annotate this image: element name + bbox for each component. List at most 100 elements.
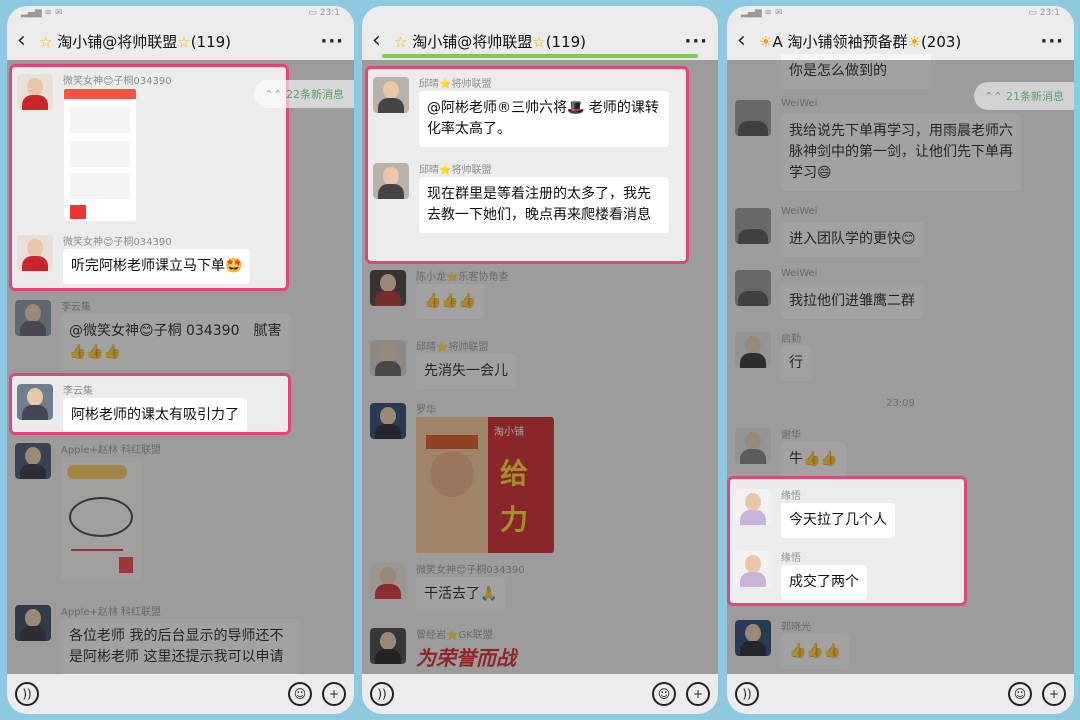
avatar[interactable] (17, 235, 53, 271)
sender-name: 邱晴⭐将帅联盟 (419, 165, 492, 176)
message-bubble[interactable]: 各位老师 我的后台显示的导师还不是阿彬老师 这里还提示我可以申请 (61, 619, 299, 675)
message-bubble[interactable]: 现在群里是等着注册的太多了，我先去教一下她们，晚点再来爬楼看消息 (419, 177, 669, 233)
plus-icon[interactable]: + (322, 682, 346, 706)
message-list[interactable]: 李云集 @微笑女神😊子桐 034390 腻害👍👍👍 Apple+赵林 科红联盟 … (7, 60, 354, 675)
sender-name: WeiWei (781, 268, 818, 279)
sender-name: 陈小龙⭐乐客协角查 (416, 272, 509, 283)
back-icon[interactable]: ‹ (372, 30, 394, 52)
sticker-caption: 给力 (500, 457, 529, 536)
loading-bar (382, 54, 698, 58)
message-bubble[interactable]: 你是怎么做到的 (781, 54, 931, 89)
sender-name: 缘悟 (781, 491, 801, 502)
sticker-brand: 淘小铺 (494, 427, 524, 438)
avatar[interactable] (370, 563, 406, 599)
new-messages-indicator[interactable]: ⌃⌃ 22条新消息 (254, 80, 354, 108)
more-icon[interactable]: ··· (1040, 31, 1064, 52)
message-bubble[interactable]: 听完阿彬老师课立马下单🤩 (63, 249, 251, 284)
sender-name: 谢华 (781, 430, 801, 441)
message-bubble[interactable]: 行 (781, 346, 811, 381)
emoji-icon[interactable]: ☺ (1008, 682, 1032, 706)
order-screenshot[interactable] (63, 88, 137, 222)
message-bubble[interactable]: 成交了两个 (781, 565, 867, 600)
back-icon[interactable]: ‹ (17, 30, 39, 52)
emoji-icon[interactable]: ☺ (652, 682, 676, 706)
avatar[interactable] (370, 403, 406, 439)
sticker[interactable]: 淘小铺 给力 (416, 417, 554, 553)
highlight-box: 邱晴⭐将帅联盟 @阿彬老师®三帅六将🎩 老师的课转化率太高了。 邱晴⭐将帅联盟 … (365, 66, 689, 264)
avatar[interactable] (735, 489, 771, 525)
message-bubble[interactable]: 👍👍👍 (781, 634, 850, 669)
more-icon[interactable]: ··· (684, 31, 708, 52)
sticker-caption: 为荣誉而战 (416, 646, 516, 670)
voice-icon[interactable]: )) (370, 682, 394, 706)
double-chevron-up-icon: ⌃⌃ (984, 90, 1003, 103)
emoji-icon[interactable]: ☺ (288, 682, 312, 706)
message-bubble[interactable]: 阿彬老师的课太有吸引力了 (63, 398, 247, 432)
sender-name: 曾经岩⭐GK联盟 (416, 630, 493, 641)
more-icon[interactable]: ··· (320, 31, 344, 52)
input-bar: )) ☺ + (727, 674, 1074, 714)
new-messages-indicator[interactable]: ⌃⌃ 21条新消息 (974, 82, 1074, 110)
back-icon[interactable]: ‹ (737, 30, 759, 52)
avatar[interactable] (370, 628, 406, 664)
message-bubble[interactable]: 今天拉了几个人 (781, 503, 895, 538)
sender-name: 微笑女神😊子桐034390 (416, 565, 525, 576)
input-bar: )) ☺ + (7, 674, 354, 714)
avatar[interactable] (735, 208, 771, 244)
double-chevron-up-icon: ⌃⌃ (264, 88, 283, 101)
sender-name: 缘悟 (781, 553, 801, 564)
chat-title: ☆ 淘小铺@将帅联盟☆(119) (39, 32, 232, 51)
message-bubble[interactable]: 进入团队学的更快😊 (781, 222, 924, 257)
whiteboard-photo[interactable] (61, 457, 141, 582)
highlight-box: 缘悟 今天拉了几个人 缘悟 成交了两个 (727, 476, 967, 606)
sender-name: Apple+赵林 科红联盟 (61, 607, 162, 618)
avatar[interactable] (373, 77, 409, 113)
avatar[interactable] (15, 300, 51, 336)
chat-title: ☆ 淘小铺@将帅联盟☆(119) (394, 32, 587, 51)
message-bubble[interactable]: 我拉他们进雏鹰二群 (781, 284, 923, 319)
chat-screen-3: ▂▄▆ ≋ ✉ ▭ 23:1 ‹ ☀A 淘小铺领袖预备群☀(203) ··· 你是… (727, 6, 1074, 714)
avatar[interactable] (15, 443, 51, 479)
sender-name: WeiWei (781, 206, 818, 217)
sender-name: 李云集 (61, 302, 91, 313)
sender-name: 微笑女神😊子桐034390 (63, 76, 172, 87)
avatar[interactable] (735, 428, 771, 464)
status-bar (362, 6, 718, 22)
avatar[interactable] (17, 384, 53, 420)
message-bubble[interactable]: 牛👍👍 (781, 442, 846, 477)
avatar[interactable] (370, 270, 406, 306)
sender-name: 微笑女神😊子桐034390 (63, 237, 172, 248)
sender-name: 启勤 (781, 334, 801, 345)
chat-screen-1: ▂▄▆ ≋ ✉ ▭ 23:1 ‹ ☆ 淘小铺@将帅联盟☆(119) ··· 李云集… (7, 6, 354, 714)
avatar[interactable] (370, 340, 406, 376)
message-bubble[interactable]: @阿彬老师®三帅六将🎩 老师的课转化率太高了。 (419, 91, 669, 147)
message-bubble[interactable]: 👍👍👍 (416, 284, 485, 319)
message-bubble[interactable]: 干活去了🙏 (416, 577, 506, 612)
voice-icon[interactable]: )) (735, 682, 759, 706)
message-bubble[interactable]: @微笑女神😊子桐 034390 腻害👍👍👍 (61, 314, 291, 370)
avatar[interactable] (373, 163, 409, 199)
timestamp: 23:09 (886, 398, 915, 409)
message-list[interactable]: 你是怎么做到的 WeiWei 我给说先下单再学习，用雨晨老师六脉神剑中的第一剑，… (727, 54, 1074, 674)
plus-icon[interactable]: + (686, 682, 710, 706)
status-bar: ▂▄▆ ≋ ✉ ▭ 23:1 (21, 8, 340, 18)
message-list[interactable]: 陈小龙⭐乐客协角查 👍👍👍 邱晴⭐将帅联盟 先消失一会儿 罗华 淘小铺 给力 微… (362, 60, 718, 674)
message-bubble[interactable]: 我给说先下单再学习，用雨晨老师六脉神剑中的第一剑，让他们先下单再学习😄 (781, 114, 1021, 191)
avatar[interactable] (735, 620, 771, 656)
chat-screen-2: ‹ ☆ 淘小铺@将帅联盟☆(119) ··· 陈小龙⭐乐客协角查 👍👍👍 邱晴⭐… (362, 6, 718, 714)
sender-name: 李云集 (63, 386, 93, 397)
plus-icon[interactable]: + (1042, 682, 1066, 706)
voice-icon[interactable]: )) (15, 682, 39, 706)
chat-header: ‹ ☆ 淘小铺@将帅联盟☆(119) ··· (7, 22, 354, 60)
avatar[interactable] (15, 605, 51, 641)
sender-name: WeiWei (781, 98, 818, 109)
avatar[interactable] (735, 332, 771, 368)
avatar[interactable] (735, 270, 771, 306)
input-bar: )) ☺ + (362, 674, 718, 714)
avatar[interactable] (735, 551, 771, 587)
highlight-box: 微笑女神😊子桐034390 微笑女神😊子桐034390 听完阿彬老师课立马下单🤩 (9, 64, 289, 291)
avatar[interactable] (735, 100, 771, 136)
avatar[interactable] (17, 74, 53, 110)
message-bubble[interactable]: 先消失一会儿 (416, 354, 516, 389)
status-bar: ▂▄▆ ≋ ✉ ▭ 23:1 (741, 8, 1060, 18)
